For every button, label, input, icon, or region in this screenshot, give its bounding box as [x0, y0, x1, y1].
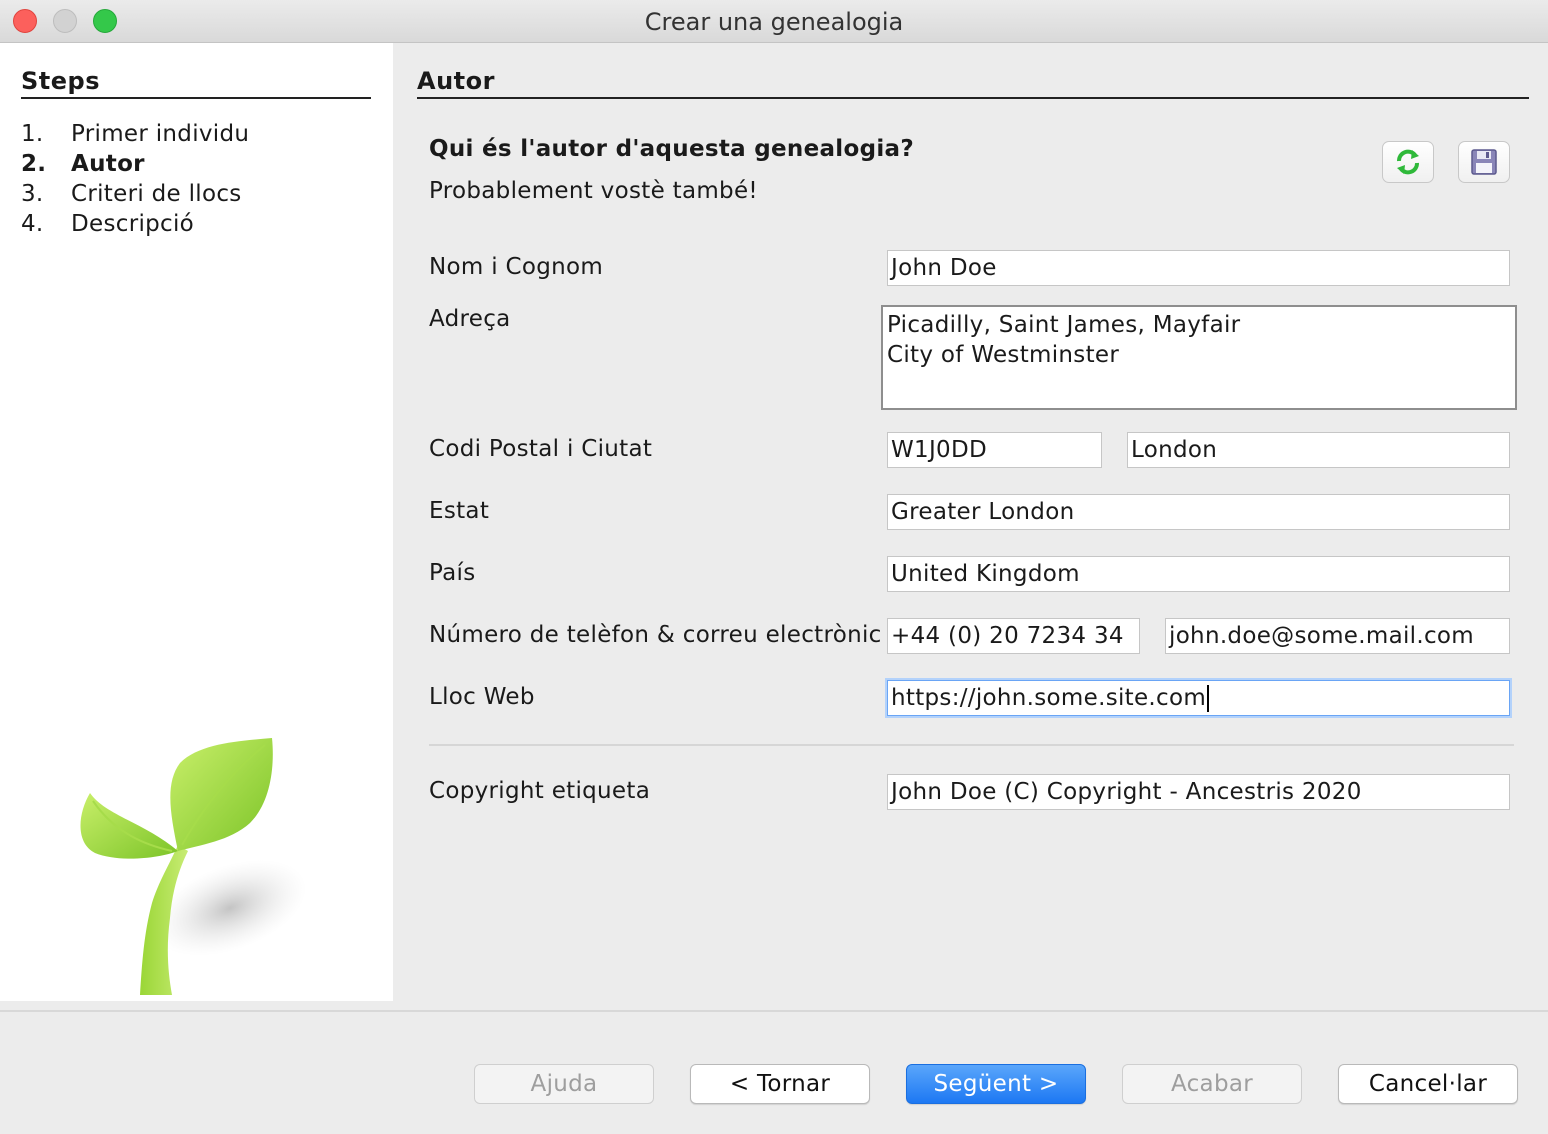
step-item: 4. Descripció — [21, 211, 194, 237]
postal-code-input[interactable]: W1J0DD — [887, 432, 1102, 468]
step-item: 1. Primer individu — [21, 121, 249, 147]
refresh-button[interactable] — [1382, 141, 1434, 183]
state-input[interactable]: Greater London — [887, 494, 1510, 530]
step-item-active: 2. Autor — [21, 151, 145, 177]
phone-email-label: Número de telèfon & correu electrònic — [429, 622, 882, 648]
steps-heading: Steps — [21, 67, 371, 99]
save-button[interactable] — [1458, 141, 1510, 183]
step-item: 3. Criteri de llocs — [21, 181, 242, 207]
country-input[interactable]: United Kingdom — [887, 556, 1510, 592]
text-caret — [1207, 685, 1210, 712]
copyright-input[interactable]: John Doe (C) Copyright - Ancestris 2020 — [887, 774, 1510, 810]
postal-city-label: Codi Postal i Ciutat — [429, 436, 653, 462]
form-divider — [429, 744, 1514, 746]
website-value: https://john.some.site.com — [891, 685, 1207, 711]
website-input[interactable]: https://john.some.site.com — [887, 680, 1510, 716]
step-label: Primer individu — [71, 121, 250, 147]
phone-input[interactable]: +44 (0) 20 7234 34 — [887, 618, 1140, 654]
step-number: 1. — [21, 121, 44, 147]
address-line: City of Westminster — [887, 342, 1120, 368]
email-input[interactable]: john.doe@some.mail.com — [1165, 618, 1510, 654]
help-button[interactable]: Ajuda — [474, 1064, 654, 1104]
step-label: Autor — [71, 151, 145, 177]
address-line: Picadilly, Saint James, Mayfair — [887, 312, 1241, 338]
finish-button[interactable]: Acabar — [1122, 1064, 1302, 1104]
state-label: Estat — [429, 498, 490, 524]
country-label: País — [429, 560, 476, 586]
step-number: 4. — [21, 211, 44, 237]
next-button[interactable]: Següent > — [906, 1064, 1086, 1104]
city-input[interactable]: London — [1127, 432, 1510, 468]
page-title: Autor — [417, 67, 1529, 99]
website-label: Lloc Web — [429, 684, 535, 710]
step-number: 3. — [21, 181, 44, 207]
copyright-label: Copyright etiqueta — [429, 778, 651, 804]
step-label: Descripció — [71, 211, 195, 237]
question-heading: Qui és l'autor d'aquesta genealogia? — [429, 136, 915, 162]
sprout-illustration — [80, 738, 307, 995]
cancel-button[interactable]: Cancel·lar — [1338, 1064, 1518, 1104]
step-number: 2. — [21, 151, 47, 177]
steps-panel: Steps 1. Primer individu 2. Autor 3. Criter… — [0, 43, 393, 1001]
name-label: Nom i Cognom — [429, 254, 604, 280]
address-label: Adreça — [429, 306, 511, 332]
window-title: Crear una genealogia — [644, 8, 904, 36]
title-bar: Crear una genealogia — [0, 0, 1548, 43]
step-label: Criteri de llocs — [71, 181, 242, 207]
question-subtitle: Probablement vostè també! — [429, 178, 758, 204]
name-input[interactable]: John Doe — [887, 250, 1510, 286]
back-button[interactable]: < Tornar — [690, 1064, 870, 1104]
save-icon — [1471, 149, 1497, 175]
footer-divider — [0, 1010, 1548, 1012]
refresh-icon — [1397, 149, 1419, 175]
address-textarea[interactable]: Picadilly, Saint James, Mayfair City of … — [881, 305, 1517, 410]
